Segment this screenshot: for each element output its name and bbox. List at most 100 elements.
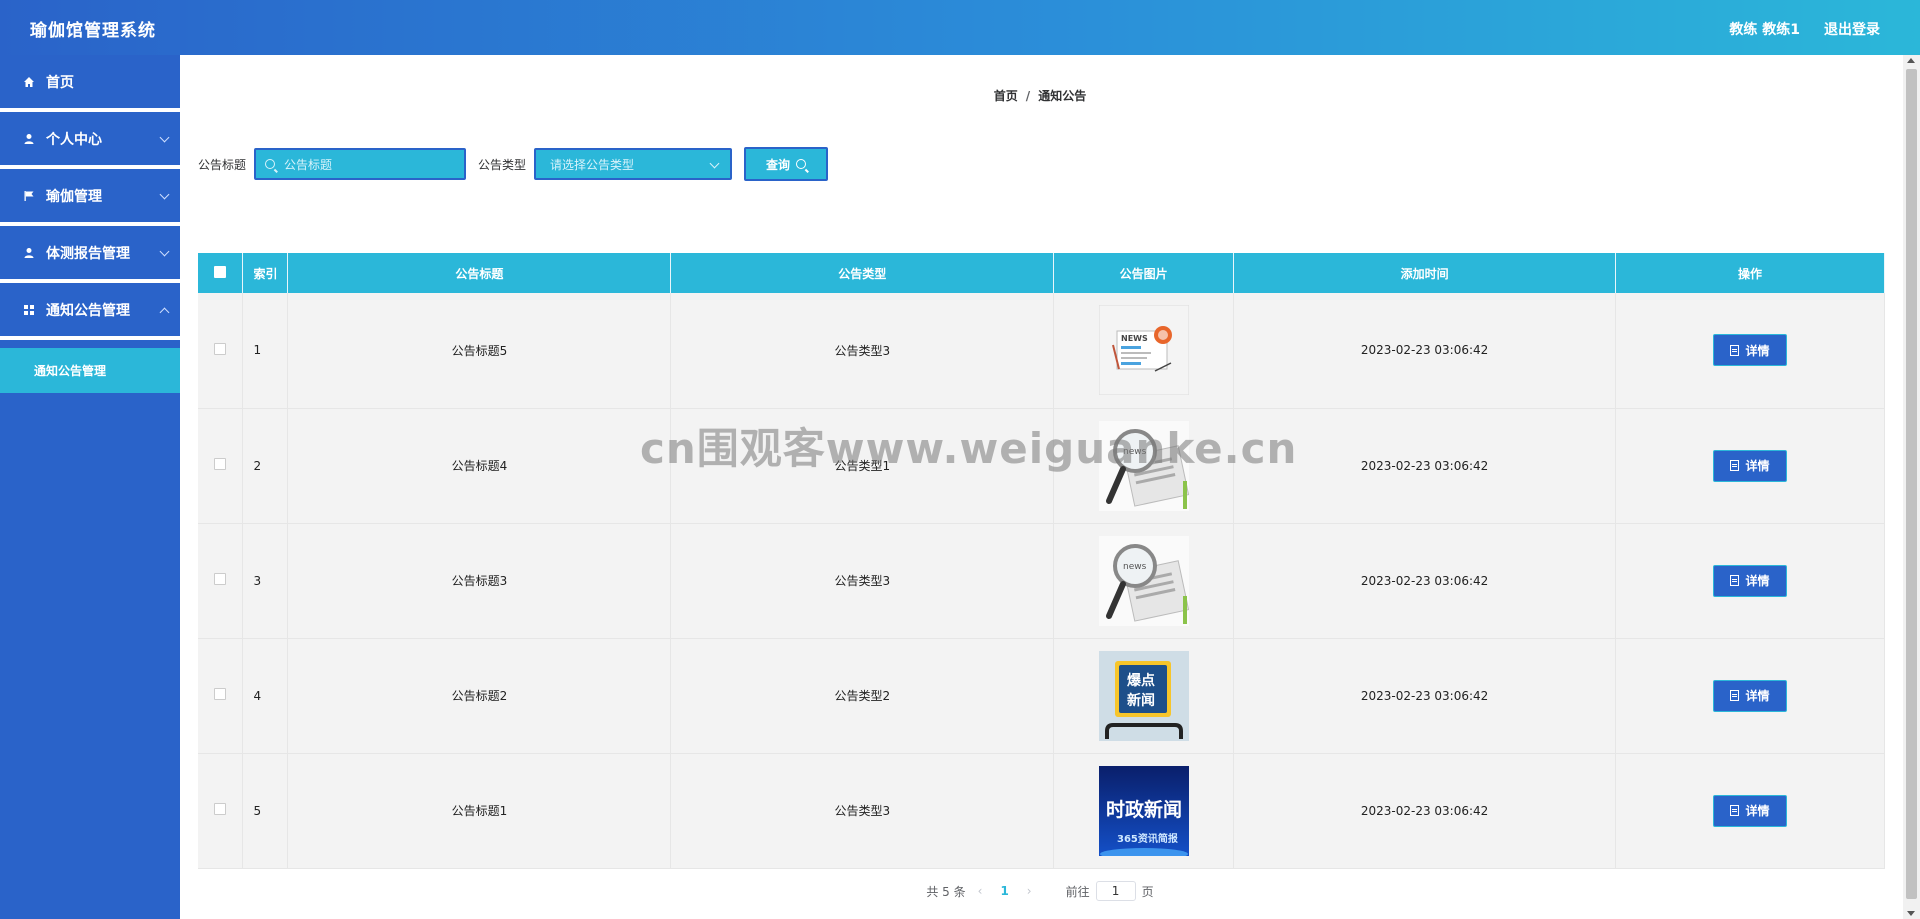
row-index: 5 xyxy=(242,753,289,869)
col-title: 公告标题 xyxy=(287,253,672,293)
document-icon xyxy=(1730,460,1740,471)
svg-text:news: news xyxy=(1123,562,1147,572)
detail-button[interactable]: 详情 xyxy=(1713,449,1787,482)
detail-label: 详情 xyxy=(1745,459,1770,473)
row-image-cell: 爆点 新闻 xyxy=(1053,638,1235,754)
sidebar-item-yoga[interactable]: 瑜伽管理 xyxy=(0,169,180,226)
col-action: 操作 xyxy=(1615,253,1885,293)
scroll-down-icon[interactable] xyxy=(1907,911,1915,916)
grid-icon xyxy=(22,303,36,317)
type-select[interactable]: 请选择公告类型 xyxy=(534,148,733,180)
breadcrumb: 首页 / 通知公告 xyxy=(180,87,1900,104)
image-text-news: 新闻 xyxy=(1127,692,1155,709)
row-action-cell: 详情 xyxy=(1615,523,1885,639)
query-label: 查询 xyxy=(766,157,791,172)
user-icon xyxy=(22,132,36,146)
detail-label: 详情 xyxy=(1745,574,1770,588)
hot-news-phone-image[interactable]: 爆点 新闻 xyxy=(1098,650,1189,741)
detail-button[interactable]: 详情 xyxy=(1713,794,1787,827)
search-form: 公告标题 公告标题 公告类型 请选择公告类型 查询 xyxy=(198,147,829,181)
detail-button[interactable]: 详情 xyxy=(1713,334,1787,367)
detail-button[interactable]: 详情 xyxy=(1713,564,1787,597)
row-select-cell xyxy=(198,753,244,869)
goto-label: 前往 xyxy=(1065,884,1090,899)
table-row: 2 公告标题4 公告类型1 news 2023-02-23 03:06:42 详… xyxy=(198,408,1885,524)
row-action-cell: 详情 xyxy=(1615,293,1885,409)
table-row: 5 公告标题1 公告类型3 时政新闻 365资讯简报 2023-02-23 03… xyxy=(198,753,1885,869)
magnifier-news-icon[interactable]: news xyxy=(1098,420,1189,511)
detail-label: 详情 xyxy=(1745,804,1770,818)
sidebar-item-home[interactable]: 首页 xyxy=(0,55,180,112)
chevron-down-icon xyxy=(159,189,170,200)
document-icon xyxy=(1730,575,1740,586)
prev-page-icon[interactable]: ‹ xyxy=(978,884,983,898)
magnifier-news-icon[interactable]: news xyxy=(1098,535,1189,626)
detail-label: 详情 xyxy=(1745,689,1770,703)
row-title: 公告标题3 xyxy=(287,523,672,639)
main-content: 首页 / 通知公告 公告标题 公告标题 公告类型 请选择公告类型 查询 索引 公告标… xyxy=(180,55,1900,919)
detail-label: 详情 xyxy=(1745,343,1770,358)
table-row: 4 公告标题2 公告类型2 爆点 新闻 2023-02-23 03:06:42 … xyxy=(198,638,1885,754)
select-all-checkbox[interactable] xyxy=(214,265,227,278)
sidebar-item-notice[interactable]: 通知公告管理 xyxy=(0,283,180,340)
row-checkbox[interactable] xyxy=(214,573,227,585)
politics-news-image[interactable]: 时政新闻 365资讯简报 xyxy=(1098,765,1189,856)
row-image-cell: 时政新闻 365资讯简报 xyxy=(1053,753,1235,869)
row-checkbox[interactable] xyxy=(214,458,227,470)
row-time: 2023-02-23 03:06:42 xyxy=(1233,293,1617,409)
scroll-thumb[interactable] xyxy=(1906,69,1917,899)
row-index: 4 xyxy=(242,638,289,754)
logout-link[interactable]: 退出登录 xyxy=(1824,19,1880,39)
sidebar: 首页 个人中心 瑜伽管理 体测报告管理 通知公告管理 通知公告管理 xyxy=(0,55,180,919)
user-icon xyxy=(22,246,36,260)
sidebar-item-label: 通知公告管理 xyxy=(46,302,130,319)
flag-icon xyxy=(22,189,36,203)
breadcrumb-current: 通知公告 xyxy=(1038,89,1087,103)
scroll-up-icon[interactable] xyxy=(1907,58,1915,63)
page-number[interactable]: 1 xyxy=(1000,884,1008,898)
svg-text:news: news xyxy=(1123,447,1147,457)
detail-button[interactable]: 详情 xyxy=(1713,679,1787,712)
search-icon xyxy=(265,159,276,169)
col-time: 添加时间 xyxy=(1233,253,1617,293)
row-action-cell: 详情 xyxy=(1615,408,1885,524)
table-row: 1 公告标题5 公告类型3 NEWS 2023-02-23 03:06:42 详… xyxy=(198,293,1885,409)
sidebar-item-label: 个人中心 xyxy=(46,131,102,148)
select-all-cell xyxy=(198,253,244,293)
home-icon xyxy=(22,75,36,89)
top-header: 瑜伽馆管理系统 教练 教练1 退出登录 xyxy=(0,0,1920,55)
chevron-down-icon xyxy=(159,246,170,257)
sidebar-item-label: 体测报告管理 xyxy=(46,245,130,262)
vertical-scrollbar[interactable] xyxy=(1903,55,1920,919)
row-type: 公告类型3 xyxy=(670,523,1055,639)
next-page-icon[interactable]: › xyxy=(1027,884,1032,898)
row-checkbox[interactable] xyxy=(214,803,227,815)
image-text-hot: 爆点 xyxy=(1127,672,1155,689)
query-button[interactable]: 查询 xyxy=(744,147,829,181)
row-type: 公告类型3 xyxy=(670,293,1055,409)
document-icon xyxy=(1730,805,1740,816)
title-label: 公告标题 xyxy=(198,157,247,172)
sidebar-item-report[interactable]: 体测报告管理 xyxy=(0,226,180,283)
row-checkbox[interactable] xyxy=(214,688,227,700)
sidebar-item-label: 瑜伽管理 xyxy=(46,188,102,205)
type-label: 公告类型 xyxy=(478,157,527,172)
app-title: 瑜伽馆管理系统 xyxy=(30,21,156,41)
breadcrumb-home[interactable]: 首页 xyxy=(994,89,1018,103)
row-select-cell xyxy=(198,293,244,409)
row-image-cell: news xyxy=(1053,408,1235,524)
row-time: 2023-02-23 03:06:42 xyxy=(1233,523,1617,639)
news-paper-icon[interactable]: NEWS xyxy=(1098,305,1189,396)
row-index: 1 xyxy=(242,293,289,409)
col-type: 公告类型 xyxy=(670,253,1055,293)
sidebar-subitem-notice-manage[interactable]: 通知公告管理 xyxy=(0,348,180,393)
page-jump-input[interactable]: 1 xyxy=(1095,881,1136,901)
title-search-input[interactable]: 公告标题 xyxy=(254,148,467,180)
sidebar-item-profile[interactable]: 个人中心 xyxy=(0,112,180,169)
search-icon xyxy=(796,159,807,169)
col-image: 公告图片 xyxy=(1053,253,1235,293)
total-count: 共 5 条 xyxy=(926,884,966,899)
row-select-cell xyxy=(198,408,244,524)
title-placeholder: 公告标题 xyxy=(284,157,333,172)
row-checkbox[interactable] xyxy=(214,342,227,355)
